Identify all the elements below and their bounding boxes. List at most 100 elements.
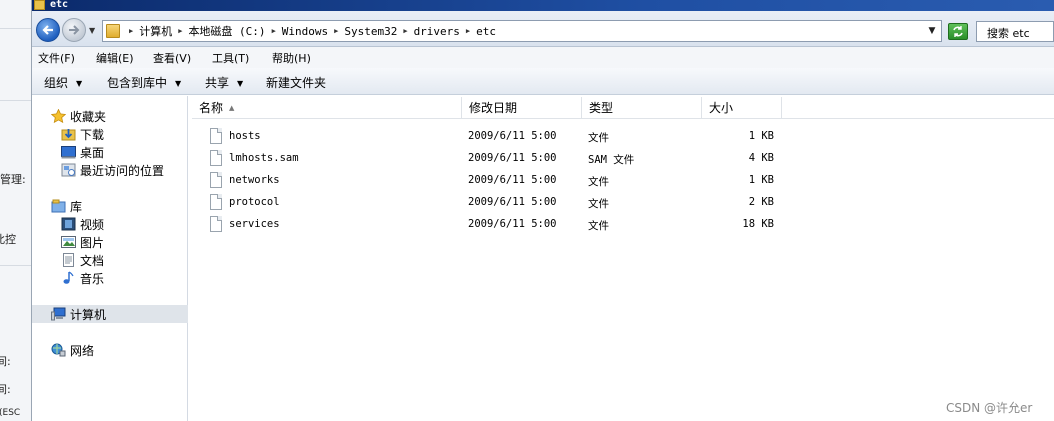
address-bar[interactable]: ▶ 计算机 ▶ 本地磁盘 (C:) ▶ Windows ▶ System32 ▶… bbox=[102, 20, 942, 42]
column-header-size[interactable]: 大小 bbox=[702, 97, 782, 119]
breadcrumb-separator[interactable]: ▶ bbox=[270, 27, 278, 35]
breadcrumb-separator[interactable]: ▶ bbox=[401, 27, 409, 35]
share-label: 共享 bbox=[205, 76, 230, 90]
breadcrumb-system32[interactable]: System32 bbox=[340, 25, 401, 38]
divider bbox=[0, 100, 31, 101]
breadcrumb-drivers[interactable]: drivers bbox=[410, 25, 464, 38]
refresh-icon bbox=[953, 26, 963, 37]
column-header-type[interactable]: 类型 bbox=[582, 97, 702, 119]
nav-libraries[interactable]: 库 bbox=[32, 197, 188, 215]
nav-desktop[interactable]: 桌面 bbox=[32, 143, 188, 161]
file-type: 文件 bbox=[588, 176, 609, 188]
menu-file[interactable]: 文件(F) bbox=[38, 50, 75, 66]
file-icon bbox=[210, 216, 222, 232]
nav-computer-label: 计算机 bbox=[70, 307, 107, 322]
nav-computer[interactable]: 计算机 bbox=[32, 305, 188, 323]
file-name: networks bbox=[229, 174, 280, 186]
nav-music-label: 音乐 bbox=[80, 271, 105, 286]
column-headers: 名称 ▲ 修改日期 类型 大小 bbox=[192, 97, 1054, 119]
column-header-date-modified[interactable]: 修改日期 bbox=[462, 97, 582, 119]
folder-icon bbox=[106, 24, 120, 38]
file-size: 1 KB bbox=[748, 130, 774, 142]
background-window: 管理: 此控 间: 间: (ESC bbox=[0, 0, 32, 421]
nav-pictures-label: 图片 bbox=[80, 235, 105, 250]
folder-icon bbox=[34, 0, 45, 10]
file-type: SAM 文件 bbox=[588, 154, 635, 166]
file-date: 2009/6/11 5:00 bbox=[468, 196, 557, 208]
nav-favorites[interactable]: 收藏夹 bbox=[32, 107, 188, 125]
background-label: (ESC bbox=[0, 408, 21, 418]
background-label: 间: bbox=[0, 355, 11, 368]
star-icon bbox=[50, 108, 67, 124]
file-name: protocol bbox=[229, 196, 280, 208]
document-icon bbox=[61, 253, 76, 267]
chevron-down-icon: ▼ bbox=[175, 79, 182, 88]
file-icon bbox=[210, 194, 222, 210]
nav-downloads-label: 下载 bbox=[80, 127, 105, 142]
organize-button[interactable]: 组织 ▼ bbox=[44, 74, 82, 91]
divider bbox=[0, 28, 31, 29]
file-row-networks[interactable]: networks 2009/6/11 5:00 文件 1 KB bbox=[192, 171, 792, 191]
include-in-library-label: 包含到库中 bbox=[107, 76, 168, 90]
file-name: lmhosts.sam bbox=[229, 152, 299, 164]
nav-documents-label: 文档 bbox=[80, 253, 105, 268]
file-size: 4 KB bbox=[748, 152, 774, 164]
nav-videos[interactable]: 视频 bbox=[32, 215, 188, 233]
nav-recent-places-label: 最近访问的位置 bbox=[80, 163, 165, 178]
breadcrumb-separator[interactable]: ▶ bbox=[127, 27, 135, 35]
file-icon bbox=[210, 172, 222, 188]
search-input[interactable]: 搜索 etc bbox=[976, 21, 1054, 42]
refresh-button[interactable] bbox=[948, 23, 968, 40]
menu-edit[interactable]: 编辑(E) bbox=[96, 50, 134, 66]
music-icon bbox=[61, 271, 76, 285]
file-icon bbox=[210, 150, 222, 166]
new-folder-button[interactable]: 新建文件夹 bbox=[266, 74, 326, 91]
navigation-pane: 收藏夹 下载 桌面 最近访问的位置 库 视频 图片 文档 音乐 计算机 网络 bbox=[32, 96, 188, 421]
nav-pictures[interactable]: 图片 bbox=[32, 233, 188, 251]
file-name: hosts bbox=[229, 130, 261, 142]
computer-icon bbox=[51, 307, 66, 321]
nav-documents[interactable]: 文档 bbox=[32, 251, 188, 269]
column-header-name-label: 名称 bbox=[199, 101, 224, 115]
include-in-library-button[interactable]: 包含到库中 ▼ bbox=[107, 74, 181, 91]
file-size: 2 KB bbox=[748, 196, 774, 208]
breadcrumb-windows[interactable]: Windows bbox=[278, 25, 332, 38]
breadcrumb: ▶ 计算机 ▶ 本地磁盘 (C:) ▶ Windows ▶ System32 ▶… bbox=[127, 21, 500, 41]
breadcrumb-separator[interactable]: ▶ bbox=[464, 27, 472, 35]
title-bar[interactable]: etc bbox=[32, 0, 1054, 11]
menu-view[interactable]: 查看(V) bbox=[153, 50, 191, 66]
picture-icon bbox=[61, 235, 76, 249]
nav-desktop-label: 桌面 bbox=[80, 145, 105, 160]
menu-tools[interactable]: 工具(T) bbox=[212, 50, 249, 66]
breadcrumb-separator[interactable]: ▶ bbox=[176, 27, 184, 35]
organize-label: 组织 bbox=[44, 76, 69, 90]
recent-pages-dropdown[interactable]: ▼ bbox=[89, 26, 99, 36]
nav-network-label: 网络 bbox=[70, 343, 95, 358]
column-header-name[interactable]: 名称 ▲ bbox=[192, 97, 462, 119]
file-row-hosts[interactable]: hosts 2009/6/11 5:00 文件 1 KB bbox=[192, 127, 792, 147]
menu-help[interactable]: 帮助(H) bbox=[272, 50, 311, 66]
breadcrumb-local-disk[interactable]: 本地磁盘 (C:) bbox=[184, 23, 269, 39]
back-button[interactable] bbox=[36, 18, 60, 42]
forward-button[interactable] bbox=[62, 18, 86, 42]
library-icon bbox=[51, 199, 66, 213]
share-button[interactable]: 共享 ▼ bbox=[205, 74, 243, 91]
nav-recent-places[interactable]: 最近访问的位置 bbox=[32, 161, 188, 179]
breadcrumb-separator[interactable]: ▶ bbox=[332, 27, 340, 35]
nav-downloads[interactable]: 下载 bbox=[32, 125, 188, 143]
address-row: ▼ ▶ 计算机 ▶ 本地磁盘 (C:) ▶ Windows ▶ System32… bbox=[32, 11, 1054, 47]
command-toolbar: 组织 ▼ 包含到库中 ▼ 共享 ▼ 新建文件夹 bbox=[32, 68, 1054, 95]
file-date: 2009/6/11 5:00 bbox=[468, 174, 557, 186]
file-type: 文件 bbox=[588, 220, 609, 232]
nav-music[interactable]: 音乐 bbox=[32, 269, 188, 287]
watermark: CSDN @许允er bbox=[946, 401, 1033, 415]
file-row-protocol[interactable]: protocol 2009/6/11 5:00 文件 2 KB bbox=[192, 193, 792, 213]
breadcrumb-computer[interactable]: 计算机 bbox=[135, 23, 176, 39]
breadcrumb-etc[interactable]: etc bbox=[472, 25, 500, 38]
arrow-left-icon bbox=[42, 25, 53, 35]
address-history-dropdown[interactable]: ▼ bbox=[925, 24, 939, 38]
file-date: 2009/6/11 5:00 bbox=[468, 218, 557, 230]
nav-network[interactable]: 网络 bbox=[32, 341, 188, 359]
file-row-lmhosts[interactable]: lmhosts.sam 2009/6/11 5:00 SAM 文件 4 KB bbox=[192, 149, 792, 169]
file-row-services[interactable]: services 2009/6/11 5:00 文件 18 KB bbox=[192, 215, 792, 235]
